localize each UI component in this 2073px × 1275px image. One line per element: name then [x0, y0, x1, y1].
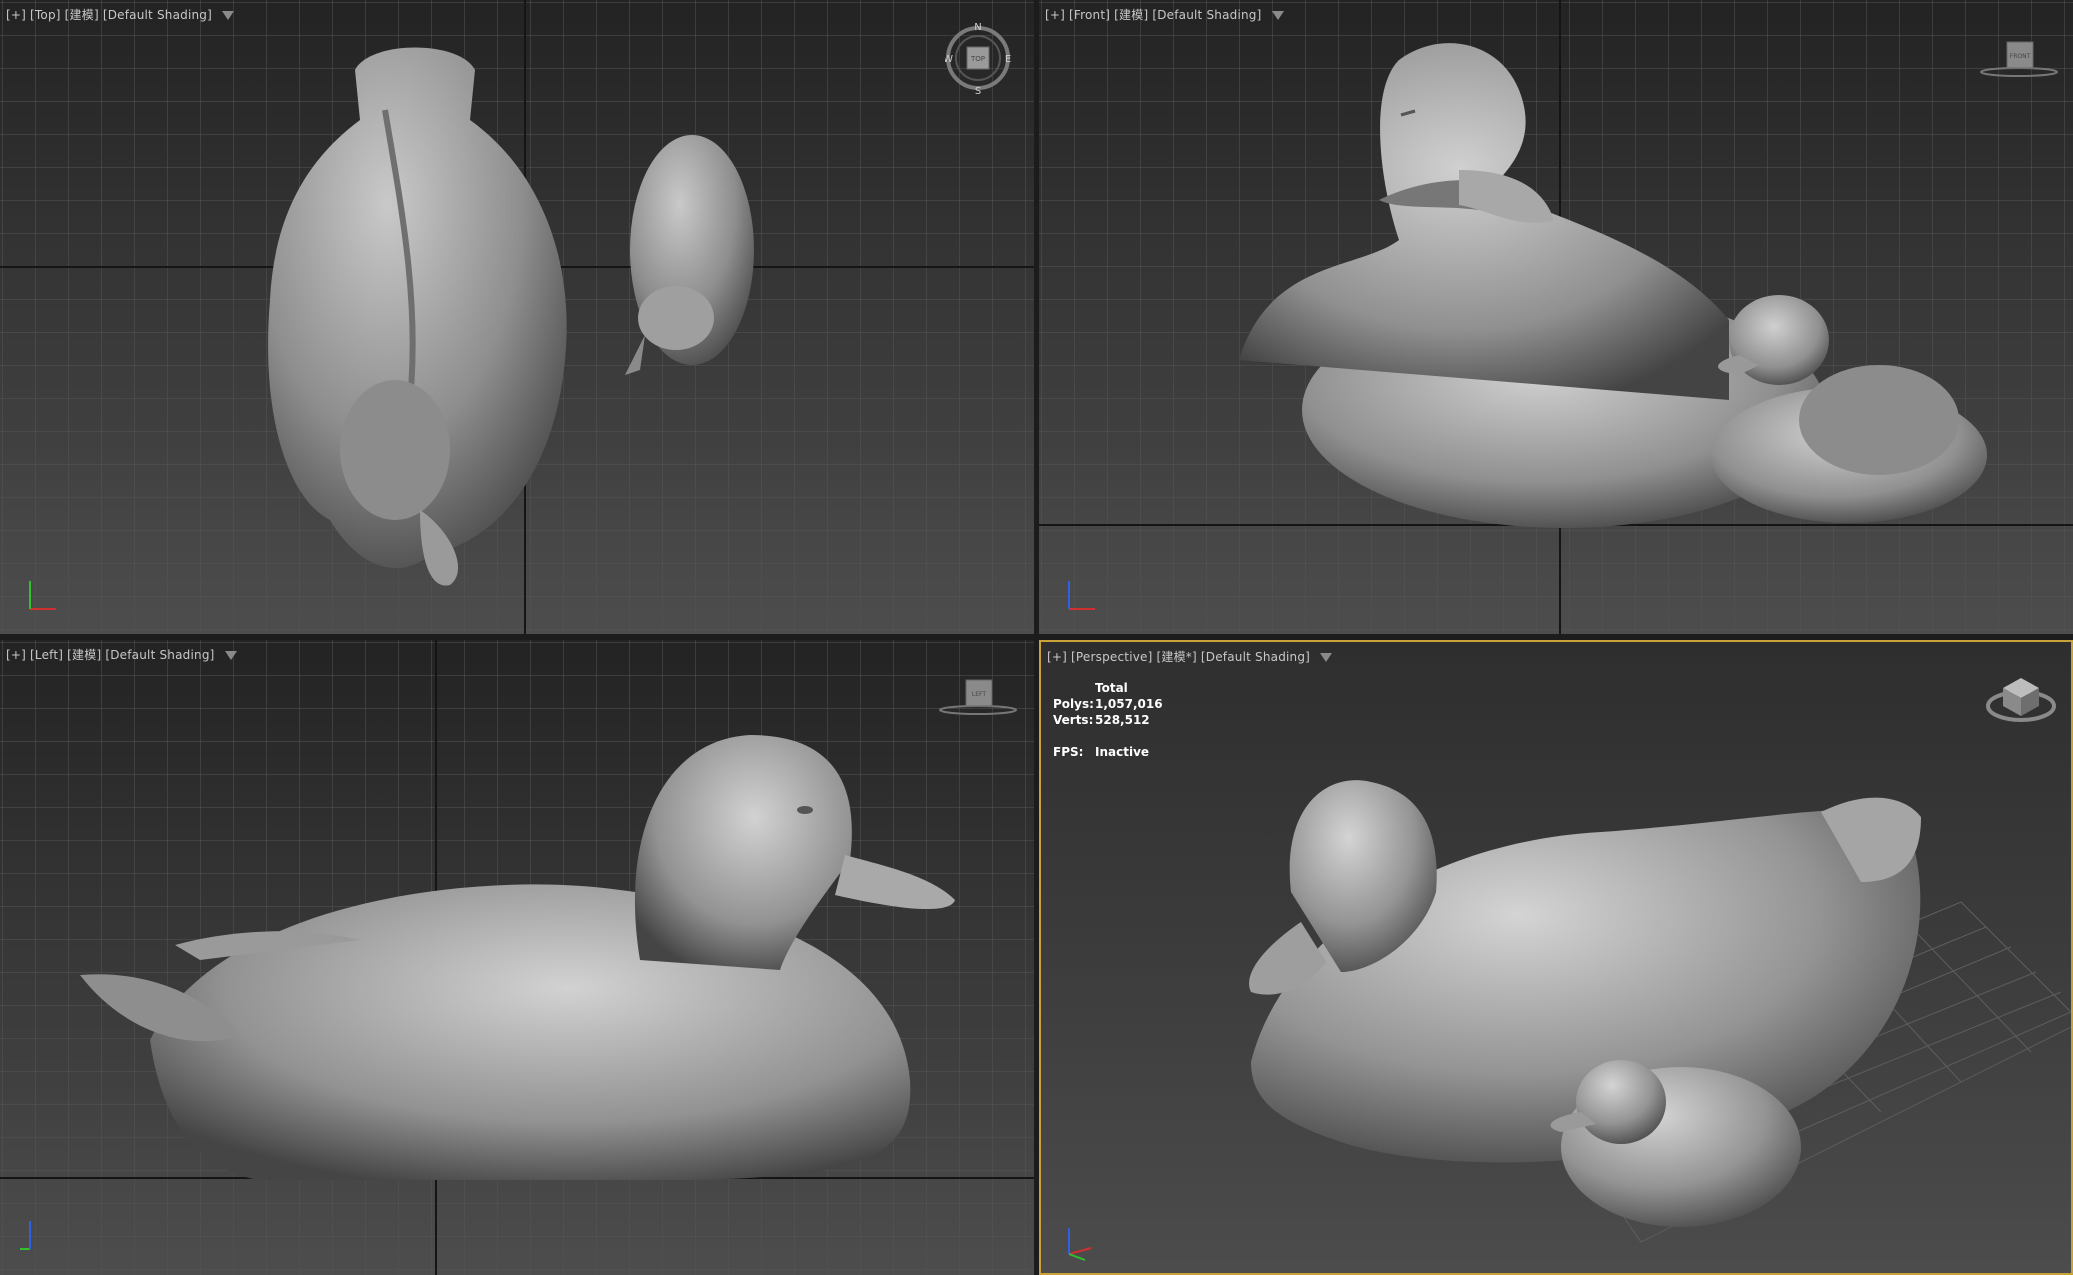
polys-value: 1,057,016 — [1095, 697, 1163, 711]
axis-tripod-icon — [20, 1221, 31, 1250]
compass-s: S — [975, 86, 981, 96]
axis-tripod-icon — [29, 581, 56, 610]
axis-tripod-icon — [1068, 1228, 1092, 1261]
viewport-mode[interactable]: [建模] — [67, 648, 101, 662]
filter-icon[interactable] — [1271, 11, 1284, 20]
viewport-statistics: Total Polys: 1,057,016 Verts: 528,512 FPS:… — [1053, 680, 1163, 760]
viewport-mode[interactable]: [建模] — [1114, 8, 1148, 22]
viewport-shading[interactable]: [Default Shading] — [1152, 8, 1261, 22]
fps-value: Inactive — [1095, 745, 1150, 759]
polys-label: Polys: — [1053, 697, 1094, 711]
viewport-top[interactable]: [+] [Top] [建模] [Default Shading] N S E W TO… — [0, 0, 1034, 634]
viewport-shading[interactable]: [Default Shading] — [105, 648, 214, 662]
verts-label: Verts: — [1053, 713, 1094, 727]
viewcube-face: FRONT — [2010, 53, 2031, 60]
axis-tripod-icon — [1068, 581, 1095, 610]
viewport-menu-plus[interactable]: [+] — [6, 8, 26, 22]
front-scene — [1039, 0, 2073, 634]
compass-n: N — [974, 22, 981, 33]
viewport-label-perspective[interactable]: [+] [Perspective] [建模*] [Default Shading] — [1047, 648, 1333, 665]
viewcube-icon[interactable]: FRONT — [1979, 38, 2059, 82]
viewport-point-of-view[interactable]: [Perspective] — [1071, 650, 1152, 664]
compass-face: TOP — [970, 55, 985, 63]
verts-value: 528,512 — [1095, 713, 1150, 727]
viewcube-icon[interactable] — [1981, 670, 2061, 730]
viewport-point-of-view[interactable]: [Top] — [30, 8, 61, 22]
viewport-point-of-view[interactable]: [Left] — [30, 648, 63, 662]
viewport-front[interactable]: [+] [Front] [建模] [Default Shading] FRONT — [1039, 0, 2073, 634]
filter-icon[interactable] — [1320, 653, 1333, 662]
viewport-shading[interactable]: [Default Shading] — [103, 8, 212, 22]
viewport-mode[interactable]: [建模] — [65, 8, 99, 22]
viewport-shading[interactable]: [Default Shading] — [1201, 650, 1310, 664]
stats-header: Total — [1095, 681, 1128, 695]
viewport-menu-plus[interactable]: [+] — [1045, 8, 1065, 22]
viewport-mode[interactable]: [建模*] — [1157, 650, 1197, 664]
compass-e: E — [1005, 54, 1011, 65]
viewport-label-left[interactable]: [+] [Left] [建模] [Default Shading] — [6, 646, 237, 663]
fps-label: FPS: — [1053, 745, 1084, 759]
viewport-menu-plus[interactable]: [+] — [1047, 650, 1067, 664]
filter-icon[interactable] — [222, 11, 235, 20]
top-scene — [0, 0, 1034, 634]
viewcube-icon[interactable]: LEFT — [938, 676, 1018, 720]
viewport-label-front[interactable]: [+] [Front] [建模] [Default Shading] — [1045, 6, 1284, 23]
viewcube-face: LEFT — [972, 691, 986, 698]
left-scene — [0, 640, 1034, 1275]
viewport-perspective[interactable]: [+] [Perspective] [建模*] [Default Shading] T… — [1039, 640, 2073, 1275]
viewport-point-of-view[interactable]: [Front] — [1069, 8, 1110, 22]
viewport-label-top[interactable]: [+] [Top] [建模] [Default Shading] — [6, 6, 235, 23]
filter-icon[interactable] — [224, 651, 237, 660]
viewport-menu-plus[interactable]: [+] — [6, 648, 26, 662]
compass-w: W — [945, 54, 953, 65]
compass-icon[interactable]: N S E W TOP — [945, 20, 1011, 96]
viewport-left[interactable]: [+] [Left] [建模] [Default Shading] LEFT — [0, 640, 1034, 1275]
perspective-scene — [1249, 780, 2071, 1243]
